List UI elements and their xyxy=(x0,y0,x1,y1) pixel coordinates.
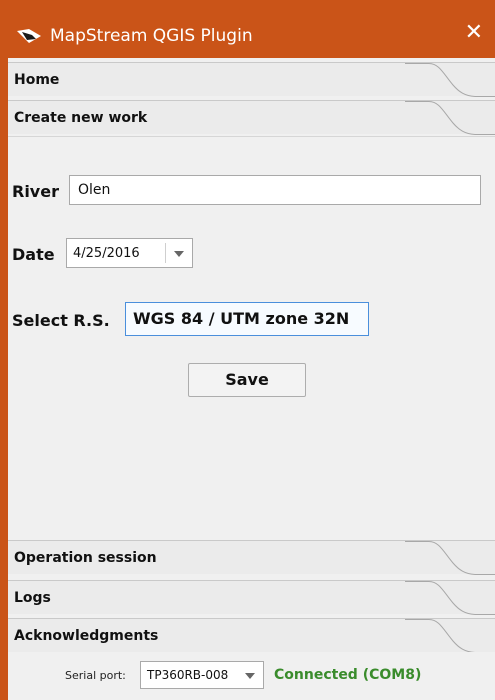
tab-curve-decoration xyxy=(405,101,495,135)
serial-port-value: TP360RB-008 xyxy=(147,668,229,682)
date-picker[interactable]: 4/25/2016 xyxy=(66,238,193,268)
chevron-down-icon[interactable] xyxy=(245,673,255,679)
window-title: MapStream QGIS Plugin xyxy=(50,26,253,46)
section-create-new-work-label: Create new work xyxy=(14,110,148,126)
rs-selector[interactable]: WGS 84 / UTM zone 32N xyxy=(125,302,369,336)
tab-curve-decoration xyxy=(405,63,495,97)
status-bar: Serial port: TP360RB-008 Connected (COM8… xyxy=(8,652,495,700)
section-acknowledgments[interactable]: Acknowledgments xyxy=(8,618,495,653)
tab-curve-decoration xyxy=(405,581,495,615)
title-bar[interactable]: MapStream QGIS Plugin ✕ xyxy=(0,0,495,58)
chevron-down-icon[interactable] xyxy=(174,251,184,257)
tab-curve-decoration xyxy=(405,541,495,575)
close-icon[interactable]: ✕ xyxy=(465,22,483,44)
tab-curve-decoration xyxy=(405,619,495,653)
river-input[interactable]: Olen xyxy=(69,175,481,205)
river-label: River xyxy=(12,182,59,201)
section-operation-session[interactable]: Operation session xyxy=(8,540,495,575)
connection-status: Connected (COM8) xyxy=(274,667,422,683)
section-operation-session-label: Operation session xyxy=(14,550,157,566)
section-acknowledgments-label: Acknowledgments xyxy=(14,628,159,644)
rs-label: Select R.S. xyxy=(12,311,110,330)
section-logs-label: Logs xyxy=(14,590,51,606)
plugin-window: MapStream QGIS Plugin ✕ Home Create new … xyxy=(0,0,495,700)
mapstream-logo-icon xyxy=(17,29,41,43)
serial-port-label: Serial port: xyxy=(65,669,126,682)
section-home[interactable]: Home xyxy=(8,62,495,97)
plugin-client-area: Home Create new work River Olen Date 4/2… xyxy=(8,58,495,700)
save-button[interactable]: Save xyxy=(188,363,306,397)
date-value: 4/25/2016 xyxy=(73,246,140,261)
section-logs[interactable]: Logs xyxy=(8,580,495,615)
combo-divider xyxy=(165,243,166,263)
section-home-label: Home xyxy=(14,72,60,88)
section-create-new-work[interactable]: Create new work xyxy=(8,100,495,135)
date-label: Date xyxy=(12,245,55,264)
create-new-work-panel: River Olen Date 4/25/2016 Select R.S. WG… xyxy=(8,136,495,588)
serial-port-select[interactable]: TP360RB-008 xyxy=(140,661,264,689)
